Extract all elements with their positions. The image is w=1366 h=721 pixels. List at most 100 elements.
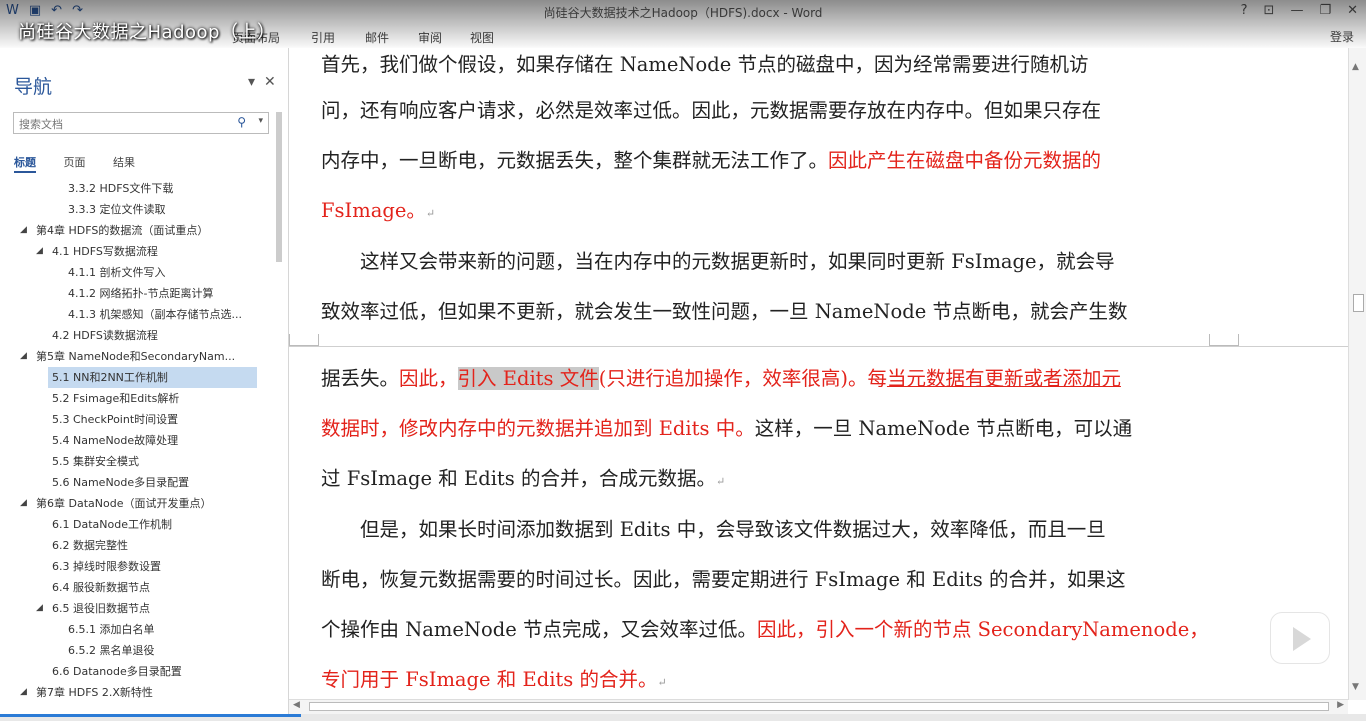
nav-heading-label: 4.1 HDFS写数据流程 <box>52 245 158 258</box>
navigation-tabs: 标题 页面 结果 <box>14 154 159 173</box>
document-text-line[interactable]: 过 FsImage 和 Edits 的合并，合成元数据。↵ <box>321 462 725 491</box>
nav-heading-item[interactable]: 5.4 NameNode故障处理 <box>0 430 270 451</box>
tab-mailings[interactable]: 邮件 <box>365 29 389 46</box>
document-text-line[interactable]: 内存中，一旦断电，元数据丢失，整个集群就无法工作了。因此产生在磁盘中备份元数据的 <box>321 144 1101 173</box>
nav-heading-item[interactable]: 4.1.2 网络拓扑-节点距离计算 <box>0 283 270 304</box>
text-run: (只进行追加操作，效率很高)。每 <box>598 367 887 390</box>
document-text-line[interactable]: FsImage。↵ <box>321 194 435 223</box>
video-progress-bar[interactable] <box>0 714 1366 721</box>
collapse-arrow-icon[interactable]: ◢ <box>20 220 27 241</box>
scroll-right-icon[interactable]: ▶ <box>1337 700 1344 710</box>
document-text-line[interactable]: 致效率过低，但如果不更新，就会发生一致性问题，一旦 NameNode 节点断电，… <box>321 295 1127 324</box>
video-play-button[interactable] <box>1270 612 1330 664</box>
nav-heading-item[interactable]: 6.4 服役新数据节点 <box>0 577 270 598</box>
search-input[interactable] <box>17 114 231 134</box>
text-run: 这样，一旦 NameNode 节点断电，可以通 <box>754 417 1133 440</box>
tab-pages[interactable]: 页面 <box>64 156 86 169</box>
nav-heading-item[interactable]: 5.3 CheckPoint时间设置 <box>0 409 270 430</box>
nav-heading-item[interactable]: 6.6 Datanode多目录配置 <box>0 661 270 682</box>
nav-heading-item[interactable]: ◢ 4.1 HDFS写数据流程 <box>0 241 270 262</box>
pane-options-icon[interactable]: ▾ <box>248 74 255 90</box>
page-break-line <box>289 346 1348 347</box>
play-icon <box>1293 627 1311 651</box>
document-text-line[interactable]: 个操作由 NameNode 节点完成，又会效率过低。因此，引入一个新的节点 Se… <box>321 613 1209 642</box>
window-control-0[interactable]: ? <box>1241 3 1248 18</box>
nav-heading-item[interactable]: ◢ 第7章 HDFS 2.X新特性 <box>0 682 270 703</box>
nav-heading-item[interactable]: 6.1 DataNode工作机制 <box>0 514 270 535</box>
search-box: ⚲ ▾ <box>13 112 269 134</box>
text-run: 引入 Edits 文件 <box>457 367 599 390</box>
nav-heading-item[interactable]: ◢ 第5章 NameNode和SecondaryNam... <box>0 346 270 367</box>
nav-heading-label: 5.1 NN和2NN工作机制 <box>52 371 168 384</box>
search-options-icon[interactable]: ▾ <box>258 116 263 126</box>
nav-heading-label: 4.1.3 机架感知（副本存储节点选... <box>68 308 242 321</box>
nav-heading-item[interactable]: 6.2 数据完整性 <box>0 535 270 556</box>
document-text-line[interactable]: 问，还有响应客户请求，必然是效率过低。因此，元数据需要存放在内存中。但如果只存在 <box>321 94 1101 123</box>
nav-heading-item[interactable]: 4.1.1 剖析文件写入 <box>0 262 270 283</box>
nav-heading-item[interactable]: 6.3 掉线时限参数设置 <box>0 556 270 577</box>
horizontal-scroll-thumb[interactable] <box>309 702 1329 711</box>
nav-heading-item[interactable]: ◢ 第6章 DataNode（面试开发重点） <box>0 493 270 514</box>
horizontal-scrollbar[interactable]: ◀ ▶ <box>289 699 1348 714</box>
window-control-4[interactable]: ✕ <box>1347 3 1358 18</box>
collapse-arrow-icon[interactable]: ◢ <box>36 598 43 619</box>
nav-heading-item[interactable]: 5.1 NN和2NN工作机制 <box>48 367 257 388</box>
collapse-arrow-icon[interactable]: ◢ <box>20 682 27 703</box>
tab-headings[interactable]: 标题 <box>14 156 36 173</box>
nav-heading-item[interactable]: 5.6 NameNode多目录配置 <box>0 472 270 493</box>
document-text-line[interactable]: 断电，恢复元数据需要的时间过长。因此，需要定期进行 FsImage 和 Edit… <box>321 563 1125 592</box>
close-pane-icon[interactable]: ✕ <box>264 74 276 90</box>
nav-heading-label: 4.1.2 网络拓扑-节点距离计算 <box>68 287 214 300</box>
document-text-line[interactable]: 首先，我们做个假设，如果存储在 NameNode 节点的磁盘中，因为经常需要进行… <box>321 48 1088 77</box>
document-text-line[interactable]: 但是，如果长时间添加数据到 Edits 中，会导致该文件数据过大，效率降低，而且… <box>321 513 1106 542</box>
nav-heading-item[interactable]: 5.2 Fsimage和Edits解析 <box>0 388 270 409</box>
nav-heading-label: 第7章 HDFS 2.X新特性 <box>36 686 153 699</box>
text-run: 据丢失。 <box>321 367 400 390</box>
vertical-scrollbar[interactable]: ▲ ▼ <box>1348 48 1366 700</box>
window-control-1[interactable]: ⊡ <box>1264 3 1275 18</box>
nav-heading-label: 第4章 HDFS的数据流（面试重点） <box>36 224 209 237</box>
nav-heading-item[interactable]: ◢ 6.5 退役旧数据节点 <box>0 598 270 619</box>
document-text-line[interactable]: 专门用于 FsImage 和 Edits 的合并。↵ <box>321 663 667 692</box>
document-text-line[interactable]: 据丢失。因此，引入 Edits 文件(只进行追加操作，效率很高)。每当元数据有更… <box>321 362 1121 391</box>
nav-heading-item[interactable]: 5.5 集群安全模式 <box>0 451 270 472</box>
nav-heading-label: 6.3 掉线时限参数设置 <box>52 560 161 573</box>
nav-heading-label: 6.5.1 添加白名单 <box>68 623 155 636</box>
text-run: 当元数据有更新或者添加元 <box>886 367 1121 390</box>
document-area[interactable]: 首先，我们做个假设，如果存储在 NameNode 节点的磁盘中，因为经常需要进行… <box>289 48 1348 700</box>
navigation-scrollbar[interactable] <box>274 112 284 702</box>
nav-heading-item[interactable]: 6.5.1 添加白名单 <box>0 619 270 640</box>
document-text-line[interactable]: 这样又会带来新的问题，当在内存中的元数据更新时，如果同时更新 FsImage，就… <box>321 245 1115 274</box>
nav-heading-label: 5.6 NameNode多目录配置 <box>52 476 190 489</box>
collapse-arrow-icon[interactable]: ◢ <box>36 241 43 262</box>
tab-references[interactable]: 引用 <box>311 29 335 46</box>
tab-view[interactable]: 视图 <box>470 29 494 46</box>
collapse-arrow-icon[interactable]: ◢ <box>20 346 27 367</box>
text-run: 首先，我们做个假设，如果存储在 NameNode 节点的磁盘中，因为经常需要进行… <box>321 53 1089 76</box>
text-run: 个操作由 NameNode 节点完成，又会效率过低。 <box>321 618 757 641</box>
window-control-3[interactable]: ❐ <box>1319 3 1331 18</box>
window-control-2[interactable]: — <box>1290 3 1303 18</box>
nav-heading-item[interactable]: 4.2 HDFS读数据流程 <box>0 325 270 346</box>
text-run: 但是，如果长时间添加数据到 Edits 中，会导致该文件数据过大，效率降低，而且… <box>321 518 1106 541</box>
text-run: 因此产生在磁盘中备份元数据的 <box>828 149 1102 172</box>
nav-heading-label: 4.1.1 剖析文件写入 <box>68 266 166 279</box>
collapse-arrow-icon[interactable]: ◢ <box>20 493 27 514</box>
tab-results[interactable]: 结果 <box>113 156 135 169</box>
nav-heading-label: 4.2 HDFS读数据流程 <box>52 329 158 342</box>
scroll-down-icon[interactable]: ▼ <box>1352 682 1359 692</box>
search-icon[interactable]: ⚲ <box>237 115 246 129</box>
text-run: 问，还有响应客户请求，必然是效率过低。因此，元数据需要存放在内存中。但如果只存在 <box>321 99 1102 122</box>
tab-review[interactable]: 审阅 <box>418 29 442 46</box>
nav-heading-item[interactable]: 4.1.3 机架感知（副本存储节点选... <box>0 304 270 325</box>
navigation-scroll-thumb[interactable] <box>276 112 282 262</box>
login-link[interactable]: 登录 <box>1330 28 1354 45</box>
nav-heading-item[interactable]: 3.3.2 HDFS文件下载 <box>0 178 270 199</box>
nav-heading-item[interactable]: 6.5.2 黑名单退役 <box>0 640 270 661</box>
document-text-line[interactable]: 数据时，修改内存中的元数据并追加到 Edits 中。这样，一旦 NameNode… <box>321 412 1132 441</box>
nav-heading-item[interactable]: 3.3.3 定位文件读取 <box>0 199 270 220</box>
vertical-scroll-thumb[interactable] <box>1353 294 1364 312</box>
scroll-left-icon[interactable]: ◀ <box>293 700 300 710</box>
nav-heading-item[interactable]: ◢ 第4章 HDFS的数据流（面试重点） <box>0 220 270 241</box>
scroll-up-icon[interactable]: ▲ <box>1352 62 1359 72</box>
